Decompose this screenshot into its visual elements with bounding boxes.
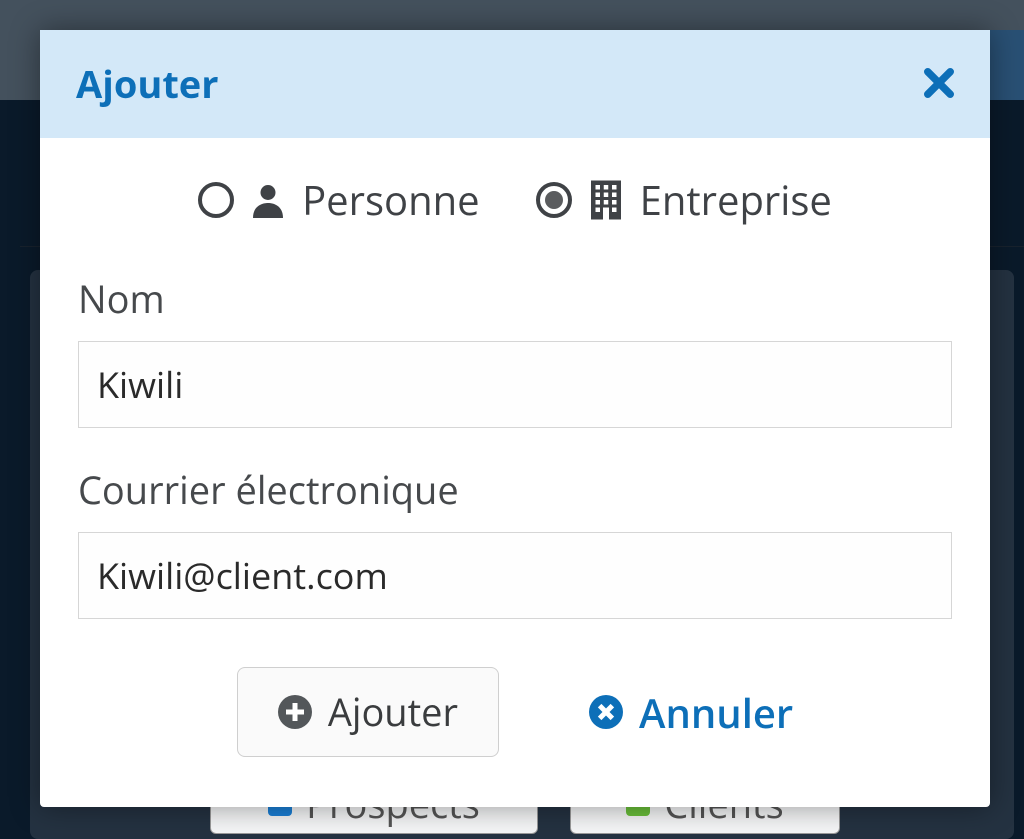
add-contact-modal: Ajouter Personne <box>40 30 990 807</box>
email-input[interactable] <box>78 532 952 619</box>
radio-option-company[interactable]: Entreprise <box>536 172 832 227</box>
radio-option-person[interactable]: Personne <box>198 172 480 227</box>
close-icon[interactable] <box>924 58 954 110</box>
form-group-email: Courrier électronique <box>78 464 952 619</box>
x-circle-icon <box>589 695 623 729</box>
plus-circle-icon <box>278 695 312 729</box>
person-icon <box>250 180 286 220</box>
add-button[interactable]: Ajouter <box>237 667 499 757</box>
modal-title: Ajouter <box>76 58 219 110</box>
radio-person-circle <box>198 182 234 218</box>
building-icon <box>588 179 624 221</box>
cancel-button-label: Annuler <box>639 685 793 740</box>
email-label: Courrier électronique <box>78 464 952 516</box>
add-button-label: Ajouter <box>328 686 458 738</box>
modal-actions: Ajouter Annuler <box>78 667 952 757</box>
cancel-button[interactable]: Annuler <box>589 685 793 740</box>
radio-person-label: Personne <box>302 172 480 227</box>
name-label: Nom <box>78 273 952 325</box>
modal-body: Personne Entre <box>40 138 990 807</box>
form-group-name: Nom <box>78 273 952 428</box>
radio-company-circle <box>536 182 572 218</box>
modal-header: Ajouter <box>40 30 990 138</box>
contact-type-radio-group: Personne Entre <box>78 172 952 227</box>
radio-company-label: Entreprise <box>640 172 832 227</box>
name-input[interactable] <box>78 341 952 428</box>
